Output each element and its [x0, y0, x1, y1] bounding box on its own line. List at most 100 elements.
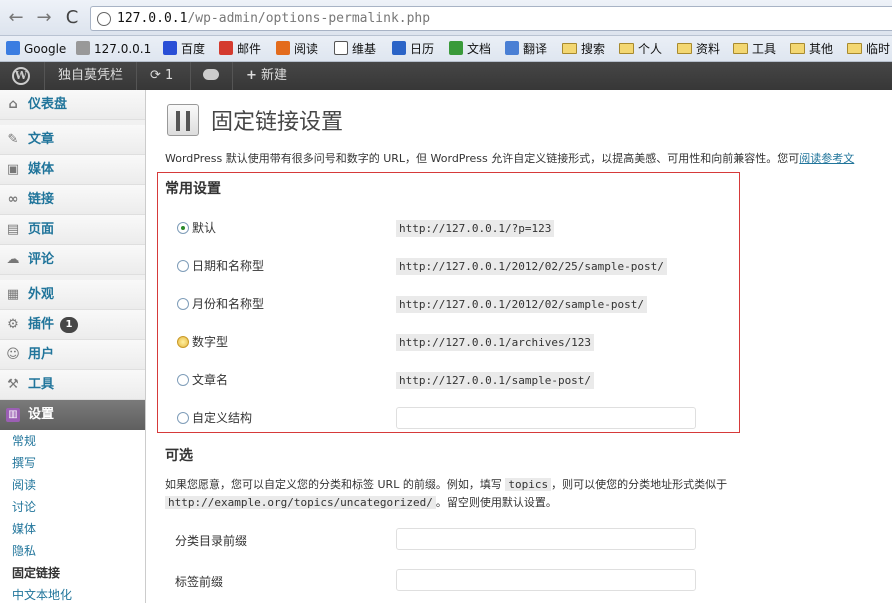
pin-icon: ✎	[7, 132, 19, 147]
sidebar-item-7[interactable]: ⚙ 插件 1	[0, 310, 145, 340]
optional-heading: 可选	[165, 448, 193, 464]
bookmark-8[interactable]: 翻译	[505, 40, 547, 58]
bookmark-7[interactable]: 文档	[449, 40, 491, 58]
bookmark-label: 日历	[410, 42, 435, 56]
option-label: 月份和名称型	[192, 297, 265, 311]
new-content-link[interactable]: + 新建	[246, 62, 287, 90]
comments-link[interactable]	[203, 62, 219, 90]
sidebar-item-label: 插件 1	[28, 310, 79, 340]
tools-icon: ⚒	[7, 377, 19, 392]
docs-link[interactable]: 阅读参考文	[799, 152, 854, 165]
permalink-option-5[interactable]: 自定义结构	[177, 409, 252, 429]
radio-button[interactable]	[177, 260, 189, 272]
sidebar-item-6[interactable]: ▦ 外观	[0, 280, 145, 310]
bookmark-5[interactable]: 维基	[334, 40, 376, 58]
submenu-item-6[interactable]: 固定链接	[0, 562, 145, 584]
bookmark-label: 百度	[181, 42, 206, 56]
bookmark-10[interactable]: 个人	[619, 40, 662, 58]
reader-icon	[276, 41, 290, 55]
users-icon: ☺	[6, 347, 20, 362]
bookmark-1[interactable]: 127.0.0.1	[76, 40, 151, 58]
submenu-item-4[interactable]: 媒体	[0, 518, 145, 540]
permalink-option-4[interactable]: 文章名	[177, 371, 228, 391]
settings-submenu: 常规 撰写 阅读 讨论 媒体 隐私 固定链接 中文本地化	[0, 430, 145, 606]
radio-button[interactable]	[177, 374, 189, 386]
permalink-option-2[interactable]: 月份和名称型	[177, 295, 264, 315]
bookmark-14[interactable]: 临时	[847, 40, 890, 58]
updates-link[interactable]: ⟳ 1	[150, 62, 173, 90]
option-label: 数字型	[192, 335, 229, 349]
permalink-option-1[interactable]: 日期和名称型	[177, 257, 264, 277]
bookmark-3[interactable]: 邮件	[219, 40, 261, 58]
updates-count: 1	[165, 68, 174, 83]
custom-structure-input[interactable]	[396, 407, 696, 429]
bookmark-label: 翻译	[523, 42, 548, 56]
bookmark-0[interactable]: Google	[6, 40, 66, 58]
site-name-link[interactable]: 独自莫凭栏	[58, 62, 123, 90]
settings-page-icon	[167, 104, 199, 136]
bookmark-6[interactable]: 日历	[392, 40, 434, 58]
folder-icon	[619, 43, 634, 54]
sidebar-item-5[interactable]: ☁ 评论	[0, 245, 145, 275]
folder-icon	[677, 43, 692, 54]
permalink-option-3[interactable]: 数字型	[177, 333, 228, 353]
radio-button[interactable]	[177, 412, 189, 424]
submenu-item-1[interactable]: 撰写	[0, 452, 145, 474]
submenu-item-5[interactable]: 隐私	[0, 540, 145, 562]
radio-button[interactable]	[177, 336, 189, 348]
bookmark-label: 个人	[638, 42, 663, 56]
bookmark-11[interactable]: 资料	[677, 40, 720, 58]
sidebar-item-8[interactable]: ☺ 用户	[0, 340, 145, 370]
bookmark-label: 文档	[467, 42, 492, 56]
bookmark-2[interactable]: 百度	[163, 40, 205, 58]
translate-icon	[505, 41, 519, 55]
submenu-item-2[interactable]: 阅读	[0, 474, 145, 496]
docs-icon	[449, 41, 463, 55]
tag-base-input[interactable]	[396, 569, 696, 591]
sidebar-item-2[interactable]: ▣ 媒体	[0, 155, 145, 185]
bookmark-12[interactable]: 工具	[733, 40, 776, 58]
radio-button[interactable]	[177, 222, 189, 234]
globe-icon	[76, 41, 90, 55]
sidebar-item-10[interactable]: ▥ 设置	[0, 400, 145, 430]
permalink-example: http://127.0.0.1/archives/123	[396, 334, 595, 351]
folder-icon	[847, 43, 862, 54]
option-label: 自定义结构	[192, 411, 253, 425]
sidebar-item-4[interactable]: ▤ 页面	[0, 215, 145, 245]
sidebar-item-label: 外观	[28, 287, 55, 302]
address-bar[interactable]: 127.0.0.1/wp-admin/options-permalink.php	[90, 6, 892, 31]
bookmark-13[interactable]: 其他	[790, 40, 833, 58]
sidebar-item-1[interactable]: ✎ 文章	[0, 125, 145, 155]
submenu-item-3[interactable]: 讨论	[0, 496, 145, 518]
sidebar-item-label: 用户	[28, 347, 55, 362]
plus-icon: +	[246, 68, 257, 83]
sidebar-item-label: 媒体	[28, 162, 55, 177]
bookmark-4[interactable]: 阅读	[276, 40, 318, 58]
sidebar-item-label: 链接	[28, 192, 55, 207]
sidebar-item-0[interactable]: ⌂ 仪表盘	[0, 90, 145, 120]
permalink-example: http://127.0.0.1/sample-post/	[396, 372, 595, 389]
radio-button[interactable]	[177, 298, 189, 310]
submenu-item-0[interactable]: 常规	[0, 430, 145, 452]
bookmark-label: 维基	[352, 42, 377, 56]
permalink-example: http://127.0.0.1/2012/02/25/sample-post/	[396, 258, 667, 275]
sidebar-item-3[interactable]: ∞ 链接	[0, 185, 145, 215]
gmail-icon	[219, 41, 233, 55]
forward-icon[interactable]: →	[34, 8, 54, 28]
reload-icon[interactable]: C	[62, 8, 82, 28]
admin-sidebar: ⌂ 仪表盘 ✎ 文章 ▣ 媒体 ∞ 链接 ▤ 页面 ☁ 评论 ▦ 外观 ⚙ 插件 1 ☺ 用户 ⚒ 工具 ▥ 设置 常规 撰写阅…	[0, 90, 146, 606]
comment-icon: ☁	[6, 252, 20, 267]
settings-icon: ▥	[6, 408, 20, 422]
sidebar-item-label: 工具	[28, 377, 55, 392]
sidebar-item-9[interactable]: ⚒ 工具	[0, 370, 145, 400]
sidebar-item-label: 仪表盘	[28, 97, 68, 112]
category-base-input[interactable]	[396, 528, 696, 550]
sidebar-item-label: 页面	[28, 222, 55, 237]
bookmark-9[interactable]: 搜索	[562, 40, 605, 58]
back-icon[interactable]: ←	[6, 8, 26, 28]
permalink-option-0[interactable]: 默认	[177, 219, 216, 239]
bookmark-label: Google	[24, 42, 67, 56]
baidu-icon	[163, 41, 177, 55]
wordpress-logo-icon[interactable]: W	[12, 67, 30, 85]
bookmark-label: 邮件	[237, 42, 262, 56]
